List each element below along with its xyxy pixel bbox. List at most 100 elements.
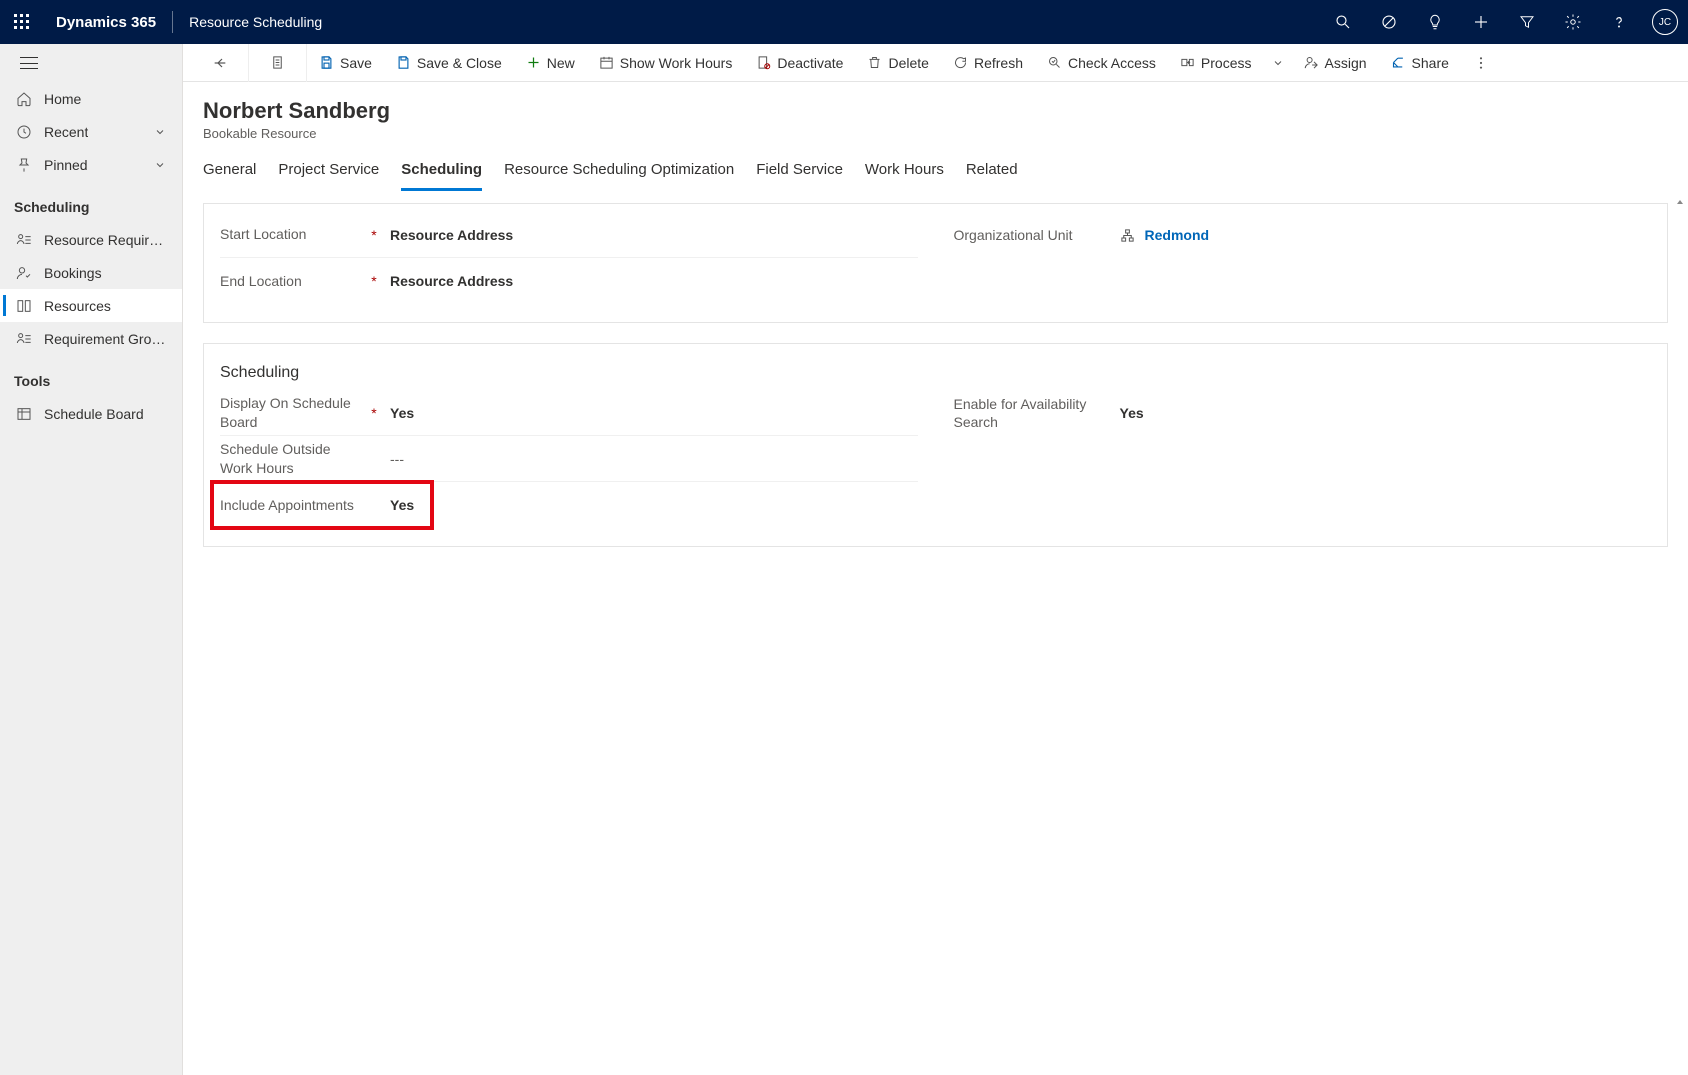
sidebar-pinned-label: Pinned [44,157,88,173]
more-vertical-icon [1473,55,1489,71]
refresh-label: Refresh [974,55,1023,71]
start-location-label: Start Location [220,225,358,243]
sidebar-item-bookings[interactable]: Bookings [0,256,182,289]
new-label: New [547,55,575,71]
sidebar-section-tools: Tools [0,355,182,397]
sidebar-pinned[interactable]: Pinned [0,148,182,181]
refresh-button[interactable]: Refresh [941,44,1035,82]
task-button[interactable] [1366,0,1412,44]
check-access-button[interactable]: Check Access [1035,44,1168,82]
avatar-initials: JC [1659,17,1671,28]
tab-general[interactable]: General [203,157,256,191]
form-tabs: General Project Service Scheduling Resou… [183,141,1688,191]
save-icon [319,55,334,70]
settings-button[interactable] [1550,0,1596,44]
share-label: Share [1412,55,1449,71]
include-appt-value: Yes [390,497,918,513]
tab-rso[interactable]: Resource Scheduling Optimization [504,157,734,191]
deactivate-label: Deactivate [777,55,843,71]
tab-field-service[interactable]: Field Service [756,157,843,191]
chevron-down-icon [1272,57,1284,69]
search-button[interactable] [1320,0,1366,44]
save-close-icon [396,55,411,70]
process-dropdown[interactable] [1264,44,1292,82]
target-icon [1380,13,1398,31]
main-area: Save Save & Close New Show Work Hours De… [183,44,1688,1075]
refresh-icon [953,55,968,70]
brand-label[interactable]: Dynamics 365 [44,14,168,31]
filter-button[interactable] [1504,0,1550,44]
field-organizational-unit[interactable]: Organizational Unit Redmond [954,212,1652,258]
assign-label: Assign [1325,55,1367,71]
field-end-location[interactable]: End Location * Resource Address [220,258,918,304]
display-board-label: Display On Schedule Board [220,394,358,430]
command-overflow-button[interactable] [1461,44,1501,82]
tab-work-hours[interactable]: Work Hours [865,157,944,191]
user-avatar[interactable]: JC [1652,9,1678,35]
sidebar-item-label: Bookings [44,265,102,281]
display-board-value: Yes [390,405,918,421]
process-button[interactable]: Process [1168,44,1264,82]
share-button[interactable]: Share [1379,44,1461,82]
app-launcher-button[interactable] [0,0,44,44]
calendar-icon [599,55,614,70]
plus-icon [1472,13,1490,31]
record-title: Norbert Sandberg [203,98,1668,124]
field-include-appointments[interactable]: Include Appointments Yes [220,482,918,528]
back-button[interactable] [191,44,249,82]
save-close-button[interactable]: Save & Close [384,44,514,82]
tab-related[interactable]: Related [966,157,1018,191]
sidebar-item-schedule-board[interactable]: Schedule Board [0,397,182,430]
check-access-icon [1047,55,1062,70]
tab-scheduling[interactable]: Scheduling [401,157,482,191]
top-icon-bar: JC [1320,0,1688,44]
start-location-value: Resource Address [390,227,918,243]
question-icon [1610,13,1628,31]
save-close-label: Save & Close [417,55,502,71]
ideas-button[interactable] [1412,0,1458,44]
search-icon [1334,13,1352,31]
scroll-up-caret-icon[interactable] [1674,196,1686,208]
deactivate-icon [756,55,771,70]
field-schedule-outside-work-hours[interactable]: Schedule Outside Work Hours --- [220,436,918,482]
open-record-set-button[interactable] [249,44,307,82]
plus-icon [526,55,541,70]
funnel-icon [1518,13,1536,31]
assign-button[interactable]: Assign [1292,44,1379,82]
field-start-location[interactable]: Start Location * Resource Address [220,212,918,258]
record-subtitle: Bookable Resource [203,126,1668,141]
sidebar-item-resource-requirements[interactable]: Resource Requireme… [0,223,182,256]
delete-button[interactable]: Delete [855,44,940,82]
tab-project-service[interactable]: Project Service [278,157,379,191]
sidebar-item-resources[interactable]: Resources [0,289,182,322]
save-button[interactable]: Save [307,44,384,82]
required-mark: * [368,227,380,243]
sidebar-recent-label: Recent [44,124,88,140]
sidebar-toggle-button[interactable] [20,57,38,69]
assign-icon [1304,55,1319,70]
resource-icon [16,298,32,314]
document-icon [270,55,285,70]
quick-create-button[interactable] [1458,0,1504,44]
sched-outside-label: Schedule Outside Work Hours [220,440,358,476]
field-enable-availability-search[interactable]: Enable for Availability Search Yes [954,390,1652,436]
sidebar-item-requirement-groups[interactable]: Requirement Groups [0,322,182,355]
field-display-on-schedule-board[interactable]: Display On Schedule Board * Yes [220,390,918,436]
trash-icon [867,55,882,70]
app-name-label[interactable]: Resource Scheduling [177,14,334,30]
deactivate-button[interactable]: Deactivate [744,44,855,82]
org-unit-label: Organizational Unit [954,226,1110,244]
lightbulb-icon [1426,13,1444,31]
org-unit-value[interactable]: Redmond [1120,227,1652,243]
clock-icon [16,124,32,140]
sidebar-home[interactable]: Home [0,82,182,115]
home-icon [16,91,32,107]
help-button[interactable] [1596,0,1642,44]
enable-avail-value: Yes [1120,405,1652,421]
new-button[interactable]: New [514,44,587,82]
arrow-left-icon [212,55,228,71]
include-appt-label: Include Appointments [220,496,358,514]
scheduling-section: Scheduling Display On Schedule Board * Y… [203,343,1668,547]
sidebar-recent[interactable]: Recent [0,115,182,148]
show-work-hours-button[interactable]: Show Work Hours [587,44,745,82]
